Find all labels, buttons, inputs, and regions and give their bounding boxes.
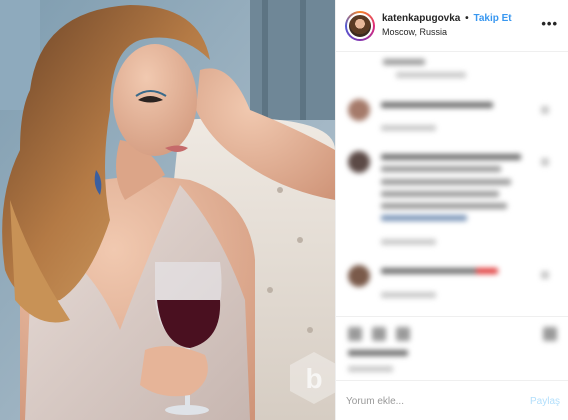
comment-avatar[interactable] bbox=[348, 265, 370, 287]
blurred-text bbox=[381, 203, 507, 209]
blurred-text bbox=[381, 179, 511, 185]
blurred-text bbox=[381, 102, 493, 108]
follow-button[interactable]: Takip Et bbox=[473, 13, 511, 24]
comment-like-icon[interactable] bbox=[541, 106, 549, 114]
post-sidebar: katenkapugovka • Takip Et Moscow, Russia… bbox=[335, 0, 568, 420]
comment-like-icon[interactable] bbox=[541, 271, 549, 279]
story-ring[interactable] bbox=[345, 11, 375, 41]
comment-avatar[interactable] bbox=[348, 151, 370, 173]
photo-artwork bbox=[0, 0, 335, 420]
comments-blurred bbox=[336, 53, 568, 315]
blurred-text bbox=[348, 366, 393, 372]
location-link[interactable]: Moscow, Russia bbox=[382, 27, 447, 37]
blurred-text bbox=[476, 268, 498, 274]
share-comment-button[interactable]: Paylaş bbox=[530, 396, 560, 407]
blurred-text bbox=[381, 125, 436, 131]
save-icon[interactable] bbox=[543, 327, 557, 341]
post-header: katenkapugovka • Takip Et Moscow, Russia… bbox=[336, 0, 568, 52]
instagram-post: b katenkapugovka • Takip Et Moscow, Russ… bbox=[0, 0, 568, 420]
comment-input[interactable] bbox=[346, 393, 516, 409]
blurred-text bbox=[348, 350, 408, 356]
comment-icon[interactable] bbox=[372, 327, 386, 341]
blurred-text bbox=[381, 239, 436, 245]
more-dots-icon[interactable]: ••• bbox=[541, 16, 558, 31]
comment-avatar[interactable] bbox=[348, 99, 370, 121]
blurred-text bbox=[381, 154, 521, 160]
share-icon[interactable] bbox=[396, 327, 410, 341]
blurred-text bbox=[381, 292, 436, 298]
blurred-text bbox=[381, 268, 481, 274]
username-row: katenkapugovka • Takip Et bbox=[382, 13, 512, 24]
add-comment-bar: Paylaş bbox=[336, 380, 568, 420]
blurred-text bbox=[383, 59, 425, 65]
blurred-text bbox=[381, 166, 501, 172]
post-photo[interactable] bbox=[0, 0, 335, 420]
username-link[interactable]: katenkapugovka bbox=[382, 13, 460, 24]
like-icon[interactable] bbox=[348, 327, 362, 341]
avatar[interactable] bbox=[347, 13, 373, 39]
blurred-text bbox=[381, 215, 467, 221]
watermark-logo-icon: b bbox=[286, 350, 342, 406]
blurred-text bbox=[396, 72, 466, 78]
blurred-text bbox=[381, 191, 499, 197]
separator-dot: • bbox=[465, 13, 469, 24]
post-actions bbox=[336, 316, 568, 380]
actions-blurred bbox=[336, 317, 568, 381]
comment-like-icon[interactable] bbox=[541, 158, 549, 166]
svg-text:b: b bbox=[305, 363, 322, 394]
